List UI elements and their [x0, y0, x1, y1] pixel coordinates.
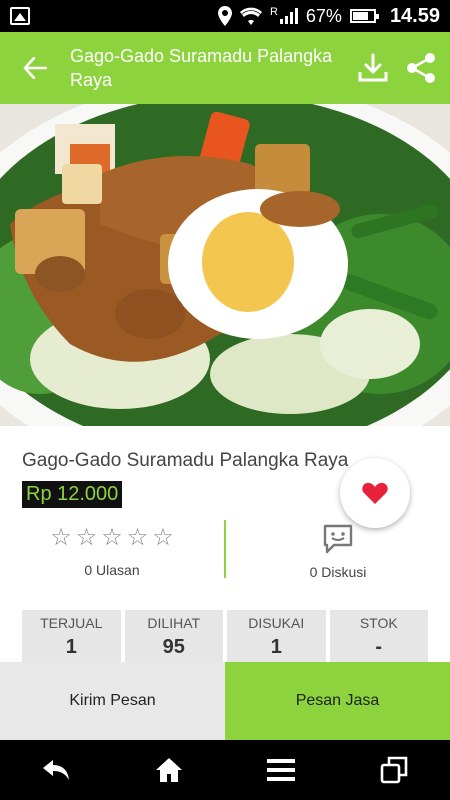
product-price: Rp 12.000 — [22, 481, 123, 508]
share-button[interactable] — [402, 49, 440, 87]
home-icon — [155, 758, 182, 782]
product-stats: TERJUAL 1 DILIHAT 95 DISUKAI 1 STOK - — [22, 610, 428, 662]
discussions-section[interactable]: 0 Diskusi — [226, 520, 450, 580]
favorite-button[interactable] — [340, 458, 410, 528]
star-icon: ☆ — [50, 524, 72, 551]
heart-icon — [362, 482, 388, 504]
nav-recents-button[interactable] — [369, 750, 419, 790]
nav-home-button[interactable] — [144, 750, 194, 790]
stat-sold: TERJUAL 1 — [22, 610, 121, 662]
star-icon: ☆ — [152, 524, 174, 551]
app-actions — [354, 49, 450, 87]
reviews-section[interactable]: ☆ ☆ ☆ ☆ ☆ 0 Ulasan — [0, 520, 224, 580]
stat-value: 95 — [162, 636, 185, 658]
rating-stars: ☆ ☆ ☆ ☆ ☆ — [50, 524, 174, 552]
battery-icon — [349, 9, 379, 23]
stat-label: STOK — [359, 615, 398, 631]
back-arrow-icon — [43, 760, 70, 780]
discussions-count: 0 Diskusi — [309, 564, 367, 580]
status-bar: R 67% 14.59 — [0, 0, 450, 32]
send-message-button[interactable]: Kirim Pesan — [0, 662, 225, 740]
star-icon: ☆ — [126, 524, 149, 551]
download-icon — [358, 53, 388, 82]
comment-icon — [323, 524, 353, 554]
stat-value: 1 — [65, 636, 77, 658]
nav-back-button[interactable] — [31, 750, 81, 790]
star-icon: ☆ — [101, 524, 123, 551]
status-indicators: R 67% 14.59 — [217, 4, 440, 28]
gallery-icon — [10, 7, 30, 25]
order-service-button[interactable]: Pesan Jasa — [225, 662, 450, 740]
roaming-label: R — [269, 6, 278, 18]
stat-label: DISUKAI — [248, 615, 305, 631]
system-nav-bar — [0, 740, 450, 800]
wifi-icon — [239, 7, 262, 25]
app-bar: Gago-Gado Suramadu Palangka Raya — [0, 32, 450, 104]
star-icon: ☆ — [75, 524, 98, 551]
battery-percent: 67% — [305, 5, 342, 26]
stat-viewed: DILIHAT 95 — [124, 610, 223, 662]
page-title: Gago-Gado Suramadu Palangka Raya — [70, 46, 333, 90]
product-meta: ☆ ☆ ☆ ☆ ☆ 0 Ulasan 0 Diskusi — [0, 520, 450, 580]
arrow-left-icon — [23, 57, 47, 79]
stat-stock: STOK - — [329, 610, 428, 662]
gado-gado-photo — [0, 104, 450, 426]
stat-label: DILIHAT — [147, 615, 201, 631]
stat-value: - — [375, 636, 383, 658]
signal-icon — [279, 8, 298, 24]
reviews-count: 0 Ulasan — [84, 562, 140, 578]
menu-icon — [267, 759, 296, 781]
location-icon — [217, 6, 232, 26]
recents-icon — [380, 756, 408, 784]
product-image[interactable] — [0, 104, 450, 426]
stat-value: 1 — [270, 636, 282, 658]
download-button[interactable] — [354, 49, 392, 87]
bottom-actions: Kirim Pesan Pesan Jasa — [0, 662, 450, 740]
stat-liked: DISUKAI 1 — [227, 610, 326, 662]
product-name: Gago-Gado Suramadu Palangka Raya — [22, 450, 349, 471]
stat-label: TERJUAL — [40, 615, 103, 631]
nav-menu-button[interactable] — [256, 750, 306, 790]
clock: 14.59 — [389, 4, 440, 27]
back-button[interactable] — [0, 32, 70, 104]
share-icon — [407, 53, 435, 83]
